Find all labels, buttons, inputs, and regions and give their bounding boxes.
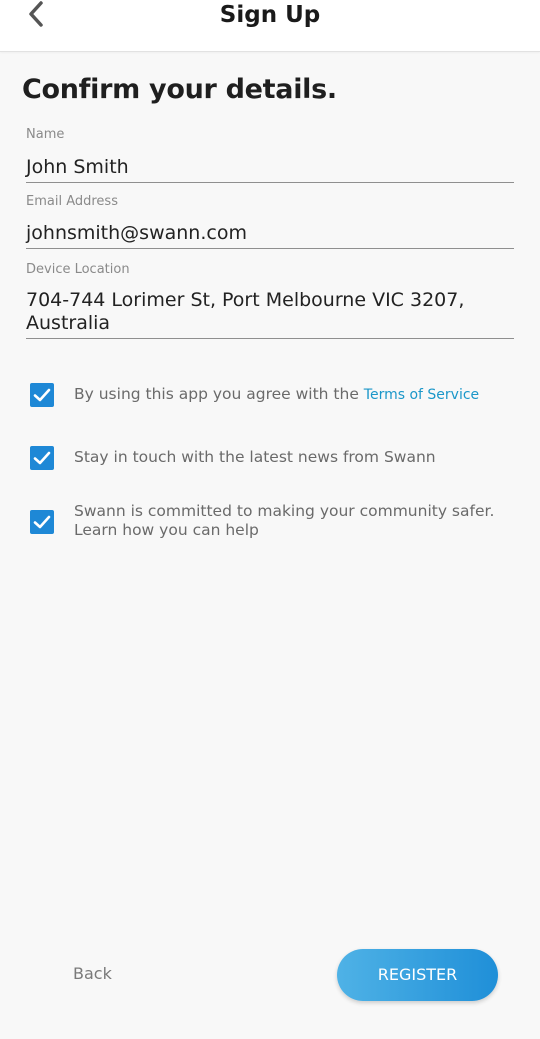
location-label: Device Location: [26, 262, 130, 277]
terms-label: By using this app you agree with the: [74, 385, 364, 403]
email-input[interactable]: johnsmith@swann.com: [26, 222, 514, 249]
location-input[interactable]: 704-744 Lorimer St, Port Melbourne VIC 3…: [26, 289, 514, 339]
terms-text: By using this app you agree with the Ter…: [74, 385, 479, 405]
page-title: Confirm your details.: [22, 74, 337, 105]
name-field[interactable]: Name John Smith: [26, 126, 514, 183]
location-field[interactable]: Device Location 704-744 Lorimer St, Port…: [26, 261, 514, 339]
news-checkbox[interactable]: [30, 446, 54, 470]
news-label: Stay in touch with the latest news from …: [74, 448, 436, 466]
register-button[interactable]: REGISTER: [337, 949, 498, 1001]
community-label: Swann is committed to making your commun…: [74, 502, 495, 539]
email-label: Email Address: [26, 194, 118, 209]
name-input[interactable]: John Smith: [26, 156, 514, 183]
header-title: Sign Up: [219, 2, 321, 28]
terms-checkbox[interactable]: [30, 383, 54, 407]
app-header: Sign Up: [0, 0, 540, 52]
terms-of-service-link[interactable]: Terms of Service: [364, 387, 479, 403]
community-checkbox[interactable]: [30, 510, 54, 534]
checkmark-icon: [33, 388, 51, 402]
back-button[interactable]: Back: [73, 964, 112, 983]
email-field[interactable]: Email Address johnsmith@swann.com: [26, 193, 514, 249]
checkmark-icon: [33, 515, 51, 529]
name-label: Name: [26, 127, 65, 142]
checkmark-icon: [33, 451, 51, 465]
